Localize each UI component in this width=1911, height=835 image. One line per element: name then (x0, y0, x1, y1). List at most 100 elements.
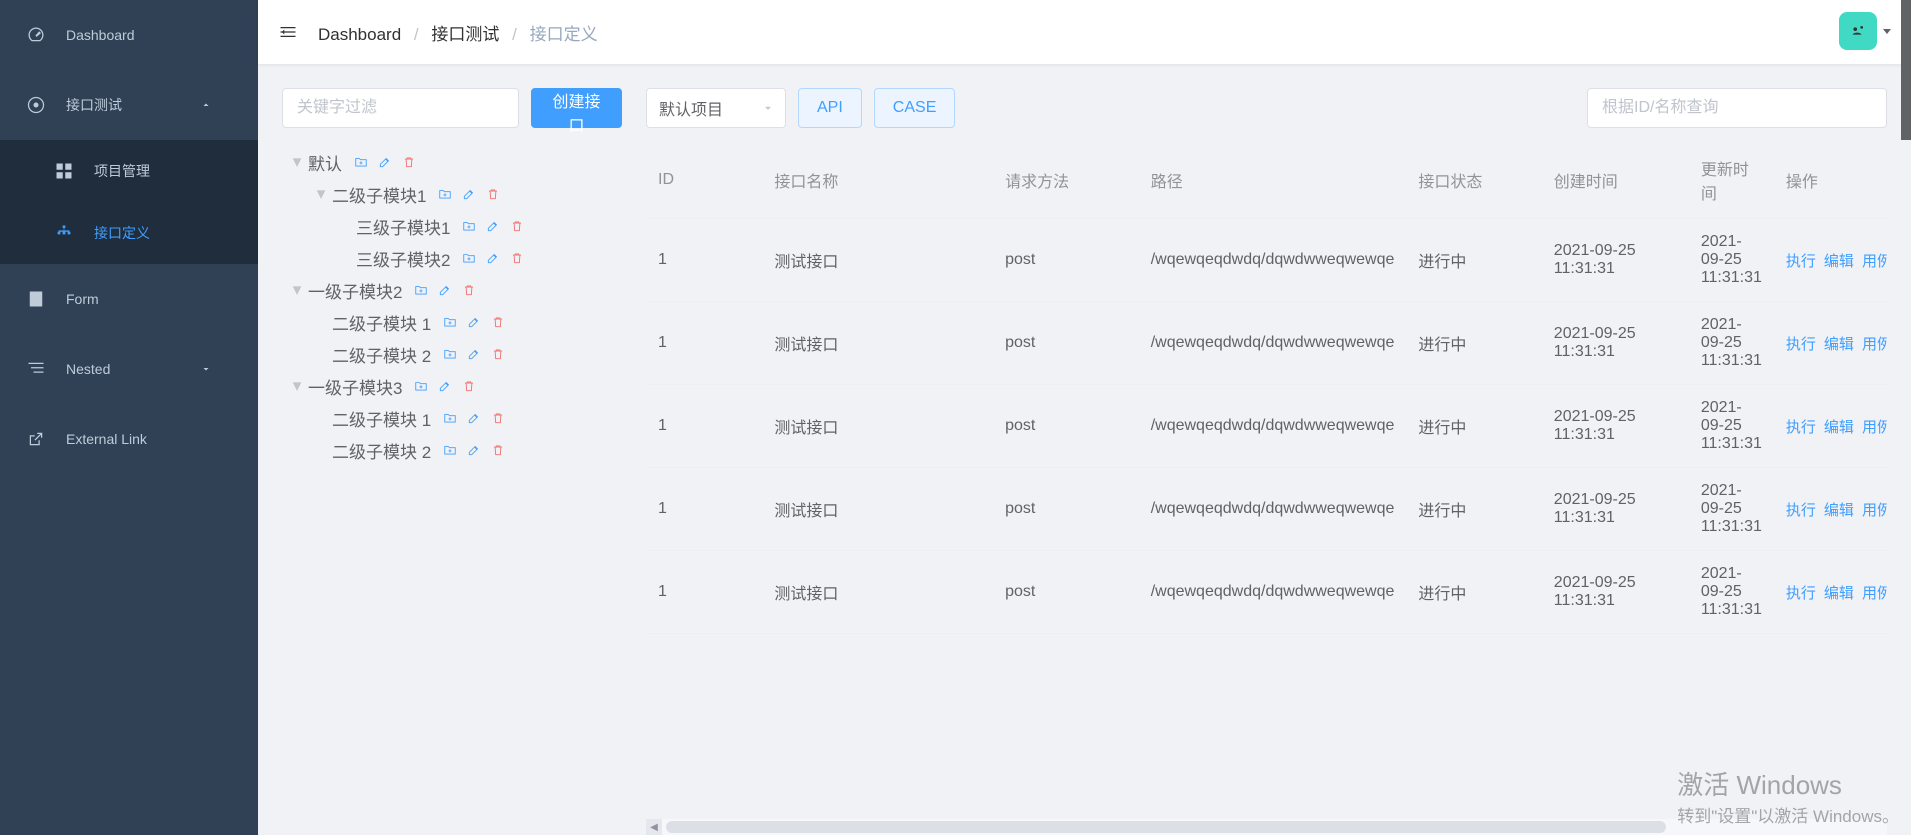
nav-form[interactable]: Form (0, 264, 258, 334)
nav-label: Dashboard (66, 27, 135, 43)
caret-icon[interactable]: ▾ (290, 280, 304, 300)
breadcrumb-sep: / (414, 25, 419, 44)
row-action-执行[interactable]: 执行 (1786, 336, 1816, 353)
edit-icon[interactable] (438, 379, 452, 393)
folder-add-icon[interactable] (462, 251, 476, 265)
edit-icon[interactable] (486, 251, 500, 265)
cell-ops: 执行编辑用例删除复制 (1774, 385, 1887, 468)
search-input[interactable] (1587, 88, 1887, 128)
row-action-编辑[interactable]: 编辑 (1824, 502, 1854, 519)
folder-add-icon[interactable] (414, 283, 428, 297)
edit-icon[interactable] (378, 155, 392, 169)
row-action-用例[interactable]: 用例 (1862, 419, 1887, 436)
nav-api-test[interactable]: 接口测试 (0, 70, 258, 140)
folder-add-icon[interactable] (443, 411, 457, 425)
nav-label: External Link (66, 431, 147, 447)
tree-node[interactable]: ▾一级子模块2 (282, 274, 622, 306)
folder-add-icon[interactable] (443, 443, 457, 457)
folder-add-icon[interactable] (414, 379, 428, 393)
edit-icon[interactable] (467, 411, 481, 425)
cell-ops: 执行编辑用例删除复制 (1774, 302, 1887, 385)
create-api-button[interactable]: 创建接口 (531, 88, 622, 128)
delete-icon[interactable] (491, 443, 505, 457)
row-action-用例[interactable]: 用例 (1862, 253, 1887, 270)
edit-icon[interactable] (486, 219, 500, 233)
edit-icon[interactable] (438, 283, 452, 297)
edit-icon[interactable] (467, 347, 481, 361)
row-action-执行[interactable]: 执行 (1786, 253, 1816, 270)
folder-add-icon[interactable] (443, 347, 457, 361)
row-action-用例[interactable]: 用例 (1862, 502, 1887, 519)
horizontal-scrollbar[interactable]: ◀ (646, 819, 1887, 835)
cell-utime: 2021-09-25 11:31:31 (1689, 468, 1774, 551)
delete-icon[interactable] (486, 187, 500, 201)
link-icon (26, 429, 46, 449)
caret-icon[interactable]: ▾ (290, 376, 304, 396)
edit-icon[interactable] (467, 315, 481, 329)
tree-node[interactable]: ▾一级子模块3 (282, 370, 622, 402)
project-select-label: 默认项目 (659, 96, 723, 120)
folder-add-icon[interactable] (438, 187, 452, 201)
table-scroll[interactable]: ID 接口名称 请求方法 路径 接口状态 创建时间 更新时间 操作 1测试接口p… (646, 142, 1887, 819)
row-action-编辑[interactable]: 编辑 (1824, 419, 1854, 436)
row-action-执行[interactable]: 执行 (1786, 502, 1816, 519)
breadcrumb-item[interactable]: 接口测试 (431, 25, 499, 44)
nav-nested[interactable]: Nested (0, 334, 258, 404)
filter-input[interactable] (282, 88, 519, 128)
scrollbar-thumb[interactable] (666, 821, 1666, 833)
user-menu[interactable] (1839, 12, 1891, 50)
delete-icon[interactable] (491, 315, 505, 329)
nav-project-mgmt[interactable]: 项目管理 (0, 140, 258, 202)
delete-icon[interactable] (462, 283, 476, 297)
avatar-icon (1847, 20, 1869, 42)
folder-add-icon[interactable] (462, 219, 476, 233)
scroll-left-icon[interactable]: ◀ (646, 819, 662, 835)
edit-icon[interactable] (462, 187, 476, 201)
row-action-用例[interactable]: 用例 (1862, 585, 1887, 602)
edit-icon[interactable] (467, 443, 481, 457)
tree-node[interactable]: 二级子模块 2 (282, 434, 622, 466)
delete-icon[interactable] (402, 155, 416, 169)
page-scrollbar[interactable] (1901, 0, 1911, 140)
module-tree: ▾默认▾二级子模块1三级子模块1三级子模块2▾一级子模块2二级子模块 1二级子模… (282, 146, 622, 466)
row-action-编辑[interactable]: 编辑 (1824, 336, 1854, 353)
cell-status: 进行中 (1406, 551, 1541, 634)
project-select[interactable]: 默认项目 (646, 88, 786, 128)
cell-method: post (993, 468, 1139, 551)
case-tab-button[interactable]: CASE (874, 88, 956, 128)
tree-node[interactable]: 二级子模块 1 (282, 402, 622, 434)
cell-ctime: 2021-09-25 11:31:31 (1542, 302, 1689, 385)
tree-label: 一级子模块2 (308, 278, 402, 303)
delete-icon[interactable] (491, 411, 505, 425)
tree-node[interactable]: 二级子模块 1 (282, 306, 622, 338)
caret-icon[interactable]: ▾ (314, 184, 328, 204)
breadcrumb-sep: / (512, 25, 517, 44)
caret-icon[interactable]: ▾ (290, 152, 304, 172)
cell-name: 测试接口 (762, 302, 993, 385)
row-action-执行[interactable]: 执行 (1786, 419, 1816, 436)
folder-add-icon[interactable] (354, 155, 368, 169)
nav-dashboard[interactable]: Dashboard (0, 0, 258, 70)
delete-icon[interactable] (491, 347, 505, 361)
breadcrumb-item[interactable]: Dashboard (318, 25, 401, 44)
tree-node[interactable]: 二级子模块 2 (282, 338, 622, 370)
row-action-执行[interactable]: 执行 (1786, 585, 1816, 602)
cell-ops: 执行编辑用例删除复制 (1774, 219, 1887, 302)
hamburger-icon[interactable] (278, 22, 298, 42)
nav-api-definition[interactable]: 接口定义 (0, 202, 258, 264)
delete-icon[interactable] (462, 379, 476, 393)
tree-node[interactable]: ▾二级子模块1 (282, 178, 622, 210)
api-tab-button[interactable]: API (798, 88, 862, 128)
nav-external-link[interactable]: External Link (0, 404, 258, 474)
folder-add-icon[interactable] (443, 315, 457, 329)
delete-icon[interactable] (510, 251, 524, 265)
tree-node[interactable]: 三级子模块1 (282, 210, 622, 242)
row-action-编辑[interactable]: 编辑 (1824, 253, 1854, 270)
delete-icon[interactable] (510, 219, 524, 233)
row-action-编辑[interactable]: 编辑 (1824, 585, 1854, 602)
cell-ops: 执行编辑用例删除复制 (1774, 551, 1887, 634)
row-action-用例[interactable]: 用例 (1862, 336, 1887, 353)
tree-node[interactable]: 三级子模块2 (282, 242, 622, 274)
cell-name: 测试接口 (762, 385, 993, 468)
tree-node[interactable]: ▾默认 (282, 146, 622, 178)
